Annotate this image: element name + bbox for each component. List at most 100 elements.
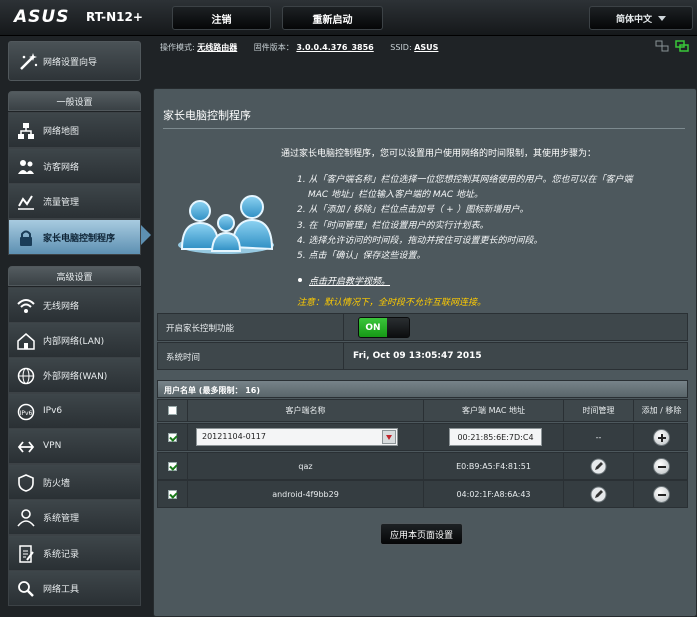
wan-icon <box>17 367 35 385</box>
router-model: RT-N12+ <box>86 10 143 24</box>
select-all-checkbox[interactable] <box>168 406 177 415</box>
quick-setup-label: 网络设置向导 <box>43 57 98 68</box>
client-checkbox[interactable] <box>168 461 177 471</box>
sidebar-item-network-tools[interactable]: 网络工具 <box>8 570 141 606</box>
svg-text:IPv6: IPv6 <box>20 410 33 417</box>
apply-button[interactable]: 应用本页面设置 <box>380 523 463 545</box>
firmware-label: 固件版本： <box>253 43 294 52</box>
system-time-label: 系统时间 <box>166 353 201 363</box>
advanced-section-header: 高级设置 <box>8 266 141 286</box>
table-row: android-4f9bb29 04:02:1F:A8:6A:43 <box>157 480 688 508</box>
remove-client-button[interactable] <box>653 485 670 503</box>
sidebar-item-label: 网络工具 <box>43 584 80 595</box>
wifi-icon <box>17 299 35 313</box>
sidebar-item-label: IPv6 <box>43 406 63 416</box>
firmware-link[interactable]: 3.0.0.4.376_3856 <box>296 43 373 52</box>
remove-client-button[interactable] <box>653 457 670 475</box>
client-name-value: 20121104-0117 <box>202 432 266 441</box>
network-map-icon <box>18 123 34 139</box>
logout-button[interactable]: 注销 <box>172 6 271 30</box>
ssid-link[interactable]: ASUS <box>414 43 438 52</box>
system-time-value: Fri, Oct 09 13:05:47 2015 <box>353 351 482 361</box>
edit-schedule-icon[interactable] <box>590 458 607 475</box>
client-name-select[interactable]: 20121104-0117 <box>196 428 398 446</box>
general-section-header: 一般设置 <box>8 91 141 111</box>
family-icon <box>178 195 274 254</box>
toggle-on-label: ON <box>359 318 387 337</box>
language-select[interactable]: 简体中文 <box>589 6 693 30</box>
sidebar-item-administration[interactable]: 系统管理 <box>8 499 141 535</box>
mode-link[interactable]: 无线路由器 <box>197 43 237 52</box>
sidebar-item-traffic[interactable]: 流量管理 <box>8 183 141 219</box>
sidebar-item-label: 网络地图 <box>43 126 80 137</box>
enable-label: 开启家长控制功能 <box>166 324 235 334</box>
ipv6-icon: IPv6 <box>17 403 35 421</box>
reboot-button[interactable]: 重新启动 <box>282 6 383 30</box>
sidebar-item-label: 内部网络(LAN) <box>43 336 105 347</box>
column-header: 客户端名称 <box>188 400 424 421</box>
mode-label: 操作模式: <box>160 43 195 52</box>
sidebar-item-firewall[interactable]: 防火墙 <box>8 464 141 500</box>
client-list-header: 用户名单 (最多限制： 16) <box>157 380 688 398</box>
title-divider <box>163 128 685 129</box>
dropdown-arrow-icon[interactable] <box>382 430 396 444</box>
language-label: 简体中文 <box>615 14 652 25</box>
sidebar-item-parental-control[interactable]: 家长电脑控制程序 <box>8 219 141 255</box>
column-header: 时间管理 <box>564 400 634 421</box>
table-row: qaz E0:B9:A5:F4:81:51 <box>157 452 688 480</box>
client-name: android-4f9bb29 <box>188 481 424 507</box>
select-all-cell <box>158 400 188 421</box>
traffic-icon <box>18 195 34 210</box>
step-5: 5. 点击「确认」保存这些设置。 <box>297 251 426 261</box>
active-indicator-arrow <box>141 225 151 245</box>
sidebar-item-lan[interactable]: 内部网络(LAN) <box>8 322 141 358</box>
sidebar-item-label: 流量管理 <box>43 197 80 208</box>
step-4: 4. 选择允许访问的时间段，拖动并按住可设置更长的时间段。 <box>297 236 543 246</box>
usb-status-icon[interactable] <box>675 40 689 52</box>
edit-schedule-icon[interactable] <box>590 486 607 503</box>
chevron-down-icon <box>658 15 666 21</box>
asus-logo: ASUS <box>14 7 70 27</box>
sidebar-item-wireless[interactable]: 无线网络 <box>8 287 141 323</box>
bullet-icon <box>298 278 302 282</box>
ssid-label: SSID: <box>390 43 412 52</box>
sidebar-item-label: 外部网络(WAN) <box>43 371 108 382</box>
new-client-checkbox[interactable] <box>168 432 177 442</box>
intro-text: 通过家长电脑控制程序，您可以设置用户使用网络的时间限制，其使用步骤为： <box>281 149 597 159</box>
log-icon <box>19 545 34 563</box>
tools-icon <box>18 581 34 597</box>
quick-setup-button[interactable]: 网络设置向导 <box>8 41 141 81</box>
sidebar-item-label: 系统记录 <box>43 549 80 560</box>
admin-icon <box>17 509 35 527</box>
step-2: 2. 从「添加 / 移除」栏位点击加号（ + ）图标新增用户。 <box>297 205 529 215</box>
step-1: 1. 从「客户端名称」栏位选择一位您想控制其网络使用的用户。您也可以在「客户端 <box>297 175 633 185</box>
mac-address-input[interactable]: 00:21:85:6E:7D:C4 <box>449 428 542 446</box>
sidebar-item-vpn[interactable]: VPN <box>8 428 141 464</box>
sidebar-item-wan[interactable]: 外部网络(WAN) <box>8 357 141 393</box>
sidebar-item-label: 系统管理 <box>43 513 80 524</box>
parental-control-toggle[interactable]: ON <box>358 317 410 338</box>
sidebar-item-network-map[interactable]: 网络地图 <box>8 112 141 148</box>
client-status-icon[interactable] <box>655 40 669 52</box>
step-1-cont: MAC 地址」栏位输入客户端的 MAC 地址。 <box>308 190 483 200</box>
sidebar-item-system-log[interactable]: 系统记录 <box>8 535 141 571</box>
step-3: 3. 在「时间管理」栏位设置用户的实行计划表。 <box>297 221 489 231</box>
sidebar-item-label: VPN <box>43 441 62 451</box>
column-header: 客户端 MAC 地址 <box>424 400 564 421</box>
magic-wand-icon <box>20 53 38 70</box>
guest-network-icon <box>18 160 34 174</box>
sidebar-item-ipv6[interactable]: IPv6 IPv6 <box>8 393 141 429</box>
add-client-button[interactable] <box>653 428 670 446</box>
sidebar-item-label: 家长电脑控制程序 <box>43 233 116 244</box>
lock-icon <box>20 230 32 246</box>
status-line: 操作模式: 无线路由器 固件版本： 3.0.0.4.376_3856 SSID:… <box>160 42 452 53</box>
client-mac: E0:B9:A5:F4:81:51 <box>424 453 564 479</box>
lan-icon <box>17 333 35 350</box>
client-mac: 04:02:1F:A8:6A:43 <box>424 481 564 507</box>
client-checkbox[interactable] <box>168 489 177 499</box>
tutorial-link[interactable]: 点击开启教学视频。 <box>309 274 390 287</box>
sidebar-item-guest-network[interactable]: 访客网络 <box>8 148 141 184</box>
sidebar-item-label: 无线网络 <box>43 301 80 312</box>
client-table-header: 客户端名称 客户端 MAC 地址 时间管理 添加 / 移除 <box>157 399 688 422</box>
schedule-placeholder: -- <box>564 424 634 450</box>
